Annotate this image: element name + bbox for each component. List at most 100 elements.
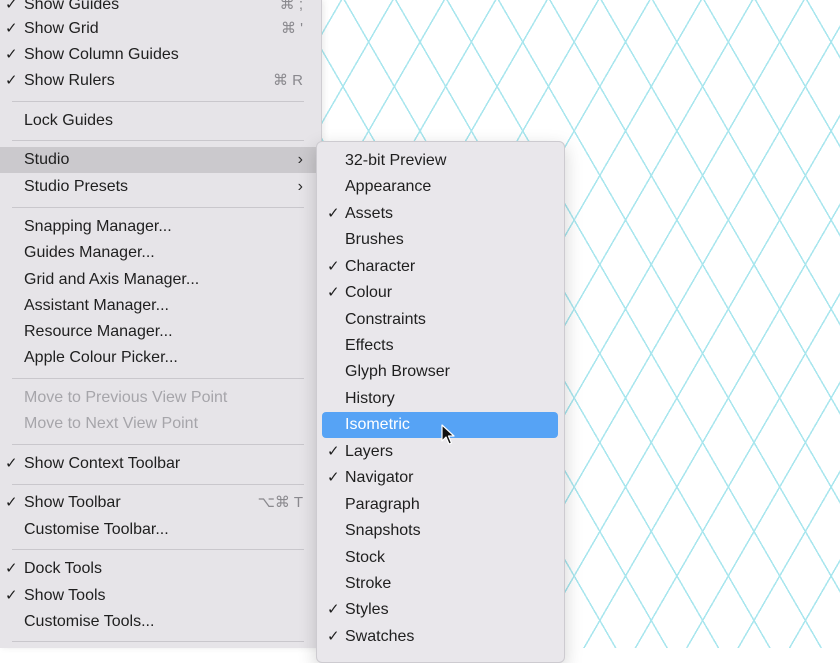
submenu-item-label: Character [345, 258, 416, 275]
menu-item-customise-tools[interactable]: Customise Tools... [0, 609, 321, 635]
menu-item-grid-and-axis-manager[interactable]: Grid and Axis Manager... [0, 267, 321, 293]
submenu-item-label: Swatches [345, 628, 415, 645]
checkmark-icon: ✓ [5, 494, 18, 511]
submenu-item-label: Stroke [345, 575, 392, 592]
submenu-item-assets[interactable]: ✓ Assets [317, 201, 564, 227]
checkmark-icon: ✓ [327, 284, 340, 301]
menu-item-label: Guides Manager... [24, 244, 155, 261]
chevron-right-icon: › [297, 151, 303, 168]
menu-item-label: Studio Presets [24, 178, 129, 195]
submenu-item-stock[interactable]: Stock [317, 545, 564, 571]
menu-item-dock-tools[interactable]: ✓ Dock Tools [0, 556, 321, 582]
menu-item-assistant-manager[interactable]: Assistant Manager... [0, 293, 321, 319]
menu-item-label: Show Column Guides [24, 46, 179, 63]
menu-item-label: Lock Guides [24, 112, 113, 129]
menu-item-label: Show Context Toolbar [24, 455, 181, 472]
checkmark-icon: ✓ [5, 560, 18, 577]
menu-item-label: Studio [24, 151, 70, 168]
menu-item-label: Customise Toolbar... [24, 521, 169, 538]
menu-item-snapping-manager[interactable]: Snapping Manager... [0, 214, 321, 240]
submenu-item-navigator[interactable]: ✓ Navigator [317, 465, 564, 491]
submenu-item-label: Paragraph [345, 496, 420, 513]
submenu-item-label: Brushes [345, 231, 404, 248]
menu-item-lock-guides[interactable]: Lock Guides [0, 108, 321, 134]
submenu-item-label: 32-bit Preview [345, 152, 447, 169]
submenu-item-swatches[interactable]: ✓ Swatches [317, 624, 564, 650]
mouse-pointer-icon [441, 424, 455, 445]
submenu-item-snapshots[interactable]: Snapshots [317, 518, 564, 544]
menu-item-label: Show Tools [24, 587, 106, 604]
menu-separator [12, 641, 304, 642]
checkmark-icon: ✓ [327, 601, 340, 618]
studio-submenu: 32-bit Preview Appearance ✓ Assets Brush… [316, 141, 565, 663]
menu-separator [12, 444, 304, 445]
menu-item-show-toolbar[interactable]: ✓ Show Toolbar ⌥⌘ T [0, 490, 321, 516]
menu-item-shortcut: ⌥⌘ T [257, 494, 303, 511]
submenu-item-appearance[interactable]: Appearance [317, 174, 564, 200]
menu-separator [12, 378, 304, 379]
checkmark-icon: ✓ [327, 628, 340, 645]
submenu-item-constraints[interactable]: Constraints [317, 307, 564, 333]
submenu-item-colour[interactable]: ✓ Colour [317, 280, 564, 306]
menu-item-move-to-next-view-point: Move to Next View Point [0, 411, 321, 437]
menu-item-show-grid[interactable]: ✓ Show Grid ⌘ ' [0, 16, 321, 42]
checkmark-icon: ✓ [327, 205, 340, 222]
submenu-item-stroke[interactable]: Stroke [317, 571, 564, 597]
menu-item-guides-manager[interactable]: Guides Manager... [0, 240, 321, 266]
menu-item-label: Resource Manager... [24, 323, 173, 340]
menu-separator [12, 140, 304, 141]
checkmark-icon: ✓ [5, 20, 18, 37]
menu-separator [12, 549, 304, 550]
submenu-item-effects[interactable]: Effects [317, 333, 564, 359]
submenu-item-glyph-browser[interactable]: Glyph Browser [317, 359, 564, 385]
submenu-item-label: Stock [345, 549, 386, 566]
menu-item-show-rulers[interactable]: ✓ Show Rulers ⌘ R [0, 68, 321, 94]
submenu-item-paragraph[interactable]: Paragraph [317, 492, 564, 518]
checkmark-icon: ✓ [5, 455, 18, 472]
menu-item-label: Show Rulers [24, 72, 115, 89]
menu-item-label: Assistant Manager... [24, 297, 169, 314]
menu-item-show-column-guides[interactable]: ✓ Show Column Guides [0, 42, 321, 68]
menu-separator [12, 484, 304, 485]
view-menu: ✓ Show Guides ⌘ ; ✓ Show Grid ⌘ ' ✓ Show… [0, 0, 322, 648]
menu-item-label: Snapping Manager... [24, 218, 172, 235]
checkmark-icon: ✓ [327, 258, 340, 275]
menu-item-label: Show Grid [24, 20, 99, 37]
menu-separator [12, 101, 304, 102]
submenu-item-label: History [345, 390, 395, 407]
submenu-item-character[interactable]: ✓ Character [317, 254, 564, 280]
menu-item-label: Customise Tools... [24, 613, 155, 630]
menu-item-studio-presets[interactable]: Studio Presets › [0, 174, 321, 200]
submenu-item-label: Layers [345, 443, 394, 460]
menu-item-label: Grid and Axis Manager... [24, 271, 200, 288]
submenu-item-label: Styles [345, 601, 389, 618]
submenu-item-isometric[interactable]: Isometric [322, 412, 558, 438]
checkmark-icon: ✓ [5, 72, 18, 89]
checkmark-icon: ✓ [5, 46, 18, 63]
menu-item-resource-manager[interactable]: Resource Manager... [0, 319, 321, 345]
menu-item-show-tools[interactable]: ✓ Show Tools [0, 583, 321, 609]
menu-item-studio[interactable]: Studio › [0, 147, 321, 173]
submenu-item-label: Navigator [345, 469, 414, 486]
menu-item-customise-toolbar[interactable]: Customise Toolbar... [0, 517, 321, 543]
menu-item-label: Move to Next View Point [24, 415, 199, 432]
submenu-item-label: Colour [345, 284, 393, 301]
submenu-item-32-bit-preview[interactable]: 32-bit Preview [317, 148, 564, 174]
submenu-item-label: Appearance [345, 178, 432, 195]
submenu-item-label: Glyph Browser [345, 363, 450, 380]
menu-item-label: Apple Colour Picker... [24, 349, 178, 366]
menu-item-show-context-toolbar[interactable]: ✓ Show Context Toolbar [0, 451, 321, 477]
submenu-item-label: Assets [345, 205, 394, 222]
submenu-item-label: Effects [345, 337, 394, 354]
submenu-item-label: Snapshots [345, 522, 421, 539]
menu-item-move-to-previous-view-point: Move to Previous View Point [0, 385, 321, 411]
submenu-item-label: Constraints [345, 311, 426, 328]
submenu-item-brushes[interactable]: Brushes [317, 227, 564, 253]
submenu-item-history[interactable]: History [317, 386, 564, 412]
chevron-right-icon: › [297, 178, 303, 195]
menu-item-label: Dock Tools [24, 560, 102, 577]
submenu-item-label: Isometric [345, 416, 410, 433]
submenu-item-styles[interactable]: ✓ Styles [317, 597, 564, 623]
menu-item-apple-colour-picker[interactable]: Apple Colour Picker... [0, 345, 321, 371]
menu-separator [12, 207, 304, 208]
